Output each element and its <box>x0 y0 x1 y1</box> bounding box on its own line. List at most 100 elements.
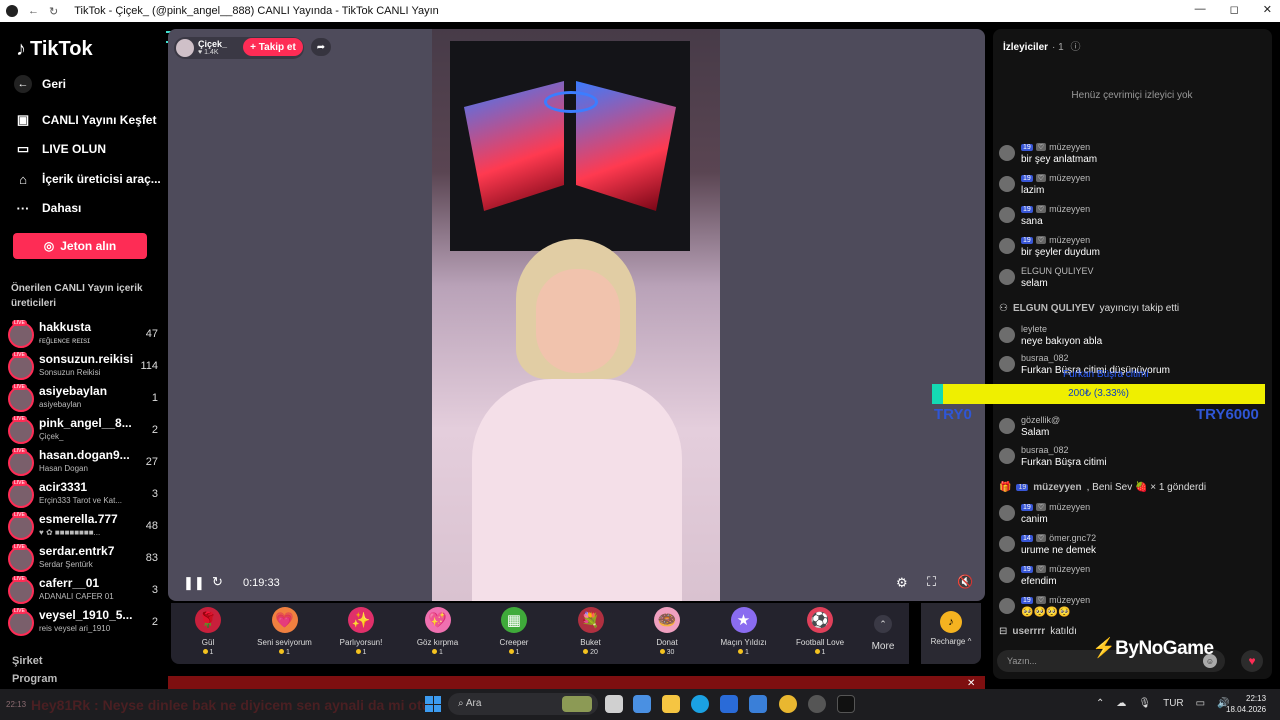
creator-row[interactable]: LIVE caferr__01 ADANALI CAFER 01 3 <box>8 576 160 604</box>
obs-icon[interactable] <box>808 695 826 713</box>
chat-avatar[interactable] <box>999 448 1015 464</box>
chat-username[interactable]: leylete <box>1021 324 1047 334</box>
back-link[interactable]: ← Geri <box>14 75 66 93</box>
gift-item[interactable]: ★ Maçın Yıldızı 1 <box>706 607 782 656</box>
network-icon[interactable]: ▭ <box>1196 698 1205 709</box>
chat-avatar[interactable] <box>999 418 1015 434</box>
pause-icon[interactable]: ❚❚ <box>183 575 205 591</box>
gift-item[interactable]: 💗 Seni seviyorum 1 <box>247 607 323 656</box>
chevron-up-tray-icon[interactable]: ⌃ <box>1096 698 1104 709</box>
follow-button[interactable]: + Takip et <box>243 38 303 56</box>
cloud-icon[interactable]: ☁ <box>1116 698 1126 709</box>
chat-avatar[interactable] <box>999 536 1015 552</box>
close-button[interactable]: ✕ <box>1263 3 1272 16</box>
chat-avatar[interactable] <box>999 327 1015 343</box>
chat-username[interactable]: müzeyyen <box>1049 173 1090 183</box>
share-icon[interactable]: ➦ <box>311 38 331 56</box>
viewers-heading[interactable]: İzleyiciler · 1 ⓘ <box>1003 38 1080 53</box>
creator-row[interactable]: LIVE hakkusta ғᴇğʟᴇɴᴄᴇ ʀᴇɪsɪ 47 <box>8 320 160 348</box>
chat-avatar[interactable] <box>999 567 1015 583</box>
chat-username[interactable]: ELGUN QULIYEV <box>1021 266 1094 276</box>
creator-row[interactable]: LIVE serdar.entrk7 Serdar Şentürk 83 <box>8 544 160 572</box>
host-avatar[interactable] <box>176 39 194 57</box>
creator-row[interactable]: LIVE sonsuzun.reikisi Sonsuzun Reikisi 114 <box>8 352 160 380</box>
creator-tools-link[interactable]: ⌂ İçerik üreticisi araç... <box>14 170 161 188</box>
chat-username[interactable]: gözellik@ <box>1021 415 1060 425</box>
footer-company[interactable]: Şirket <box>12 655 43 667</box>
chat-username[interactable]: müzeyyen <box>1049 204 1090 214</box>
chat-username[interactable]: busraa_082 <box>1021 445 1069 455</box>
edge-icon[interactable] <box>691 695 709 713</box>
gift-item[interactable]: ▦ Creeper 1 <box>476 607 552 656</box>
creator-row[interactable]: LIVE esmerella.777 ♥ ✿ ■■■■■■■■... 48 <box>8 512 160 540</box>
maximize-button[interactable]: ◻ <box>1230 3 1239 16</box>
gift-price-value: 20 <box>590 649 598 656</box>
chat-username[interactable]: müzeyyen <box>1049 564 1090 574</box>
recharge-button[interactable]: ♪ Recharge ^ <box>921 603 981 664</box>
refresh-icon[interactable]: ↻ <box>212 574 223 590</box>
back-nav-icon[interactable]: ← <box>28 5 39 17</box>
mute-icon[interactable]: 🔇 <box>957 574 973 590</box>
info-icon[interactable]: ⓘ <box>1070 42 1080 53</box>
gift-item[interactable]: 🍩 Donat 30 <box>629 607 705 656</box>
more-gifts-button[interactable]: ⌃ More <box>870 611 896 652</box>
streamer-face <box>536 269 620 373</box>
go-live-link[interactable]: ▭ LIVE OLUN <box>14 140 106 158</box>
chat-avatar[interactable] <box>999 207 1015 223</box>
mail-icon[interactable] <box>749 695 767 713</box>
task-view-icon[interactable] <box>605 695 623 713</box>
chat-avatar[interactable] <box>999 269 1015 285</box>
creator-row[interactable]: LIVE hasan.dogan9... Hasan Dogan 27 <box>8 448 160 476</box>
explore-live-link[interactable]: ▣ CANLI Yayını Keşfet <box>14 111 157 129</box>
creator-row[interactable]: LIVE pink_angel__8... Çiçek_ 2 <box>8 416 160 444</box>
get-coins-button[interactable]: ◎ Jeton alın <box>13 233 147 259</box>
chat-username[interactable]: müzeyyen <box>1049 142 1090 152</box>
creator-row[interactable]: LIVE veysel_1910_5... reis veysel ari_1910… <box>8 608 160 636</box>
chat-avatar[interactable] <box>999 505 1015 521</box>
chat-avatar[interactable] <box>999 598 1015 614</box>
live-video[interactable] <box>432 29 720 601</box>
live-badge: LIVE <box>12 416 27 422</box>
gift-item[interactable]: 💖 Göz kırpma 1 <box>400 607 476 656</box>
chat-username[interactable]: ömer.gnc72 <box>1049 533 1096 543</box>
live-stage[interactable]: Çiçek_ ♥ 1.4K + Takip et ➦ ❚❚ ↻ 0:19:33 … <box>168 29 985 601</box>
tiktok-logo[interactable]: ♪ TikTok <box>16 38 93 61</box>
minimize-button[interactable]: — <box>1195 3 1206 16</box>
reload-icon[interactable]: ↻ <box>49 5 58 18</box>
chat-username[interactable]: müzeyyen <box>1049 235 1090 245</box>
gift-item[interactable]: 🌹 Gül 1 <box>170 607 246 656</box>
join-username[interactable]: userrrr <box>1012 626 1045 637</box>
creator-row[interactable]: LIVE acir3331 Erçin333 Tarot ve Kat... 3 <box>8 480 160 508</box>
taskbar-clock[interactable]: 22:13 18.04.2026 <box>1226 693 1266 715</box>
chrome-icon[interactable] <box>779 695 797 713</box>
chat-avatar[interactable] <box>999 176 1015 192</box>
taskbar-search[interactable]: ⌕ Ara <box>448 693 598 715</box>
gift-price-value: 1 <box>209 649 214 656</box>
chat-username[interactable]: müzeyyen <box>1049 502 1090 512</box>
windows-start-icon[interactable] <box>425 696 441 712</box>
follow-username[interactable]: ELGUN QULIYEV <box>1013 303 1095 314</box>
chat-avatar[interactable] <box>999 356 1015 372</box>
creator-row[interactable]: LIVE asiyebaylan asiyebaylan 1 <box>8 384 160 412</box>
mic-icon[interactable]: 🎙 <box>1138 698 1151 709</box>
store-icon[interactable] <box>720 695 738 713</box>
fullscreen-icon[interactable]: ⛶ <box>927 574 936 590</box>
gift-item[interactable]: ⚽ Football Love 1 <box>782 607 858 656</box>
chat-avatar[interactable] <box>999 145 1015 161</box>
chat-username[interactable]: busraa_082 <box>1021 353 1069 363</box>
chat-avatar[interactable] <box>999 238 1015 254</box>
copilot-icon[interactable] <box>633 695 651 713</box>
settings-icon[interactable]: ⚙ <box>896 575 908 591</box>
more-link[interactable]: ··· Dahası <box>14 199 82 217</box>
language-label[interactable]: TUR <box>1163 698 1184 709</box>
footer-program[interactable]: Program <box>12 673 57 685</box>
file-explorer-icon[interactable] <box>662 695 680 713</box>
gift-item[interactable]: ✨ Parlıyorsun! 1 <box>323 607 399 656</box>
chat-username[interactable]: müzeyyen <box>1049 595 1090 605</box>
close-strip-icon[interactable]: ✕ <box>967 678 975 689</box>
gift-price: 1 <box>400 649 476 656</box>
gift-item[interactable]: 💐 Buket 20 <box>553 607 629 656</box>
tiktok-taskbar-icon[interactable] <box>837 695 855 713</box>
like-heart-button[interactable]: ♥ <box>1241 650 1263 672</box>
gift-username[interactable]: müzeyyen <box>1033 482 1081 493</box>
